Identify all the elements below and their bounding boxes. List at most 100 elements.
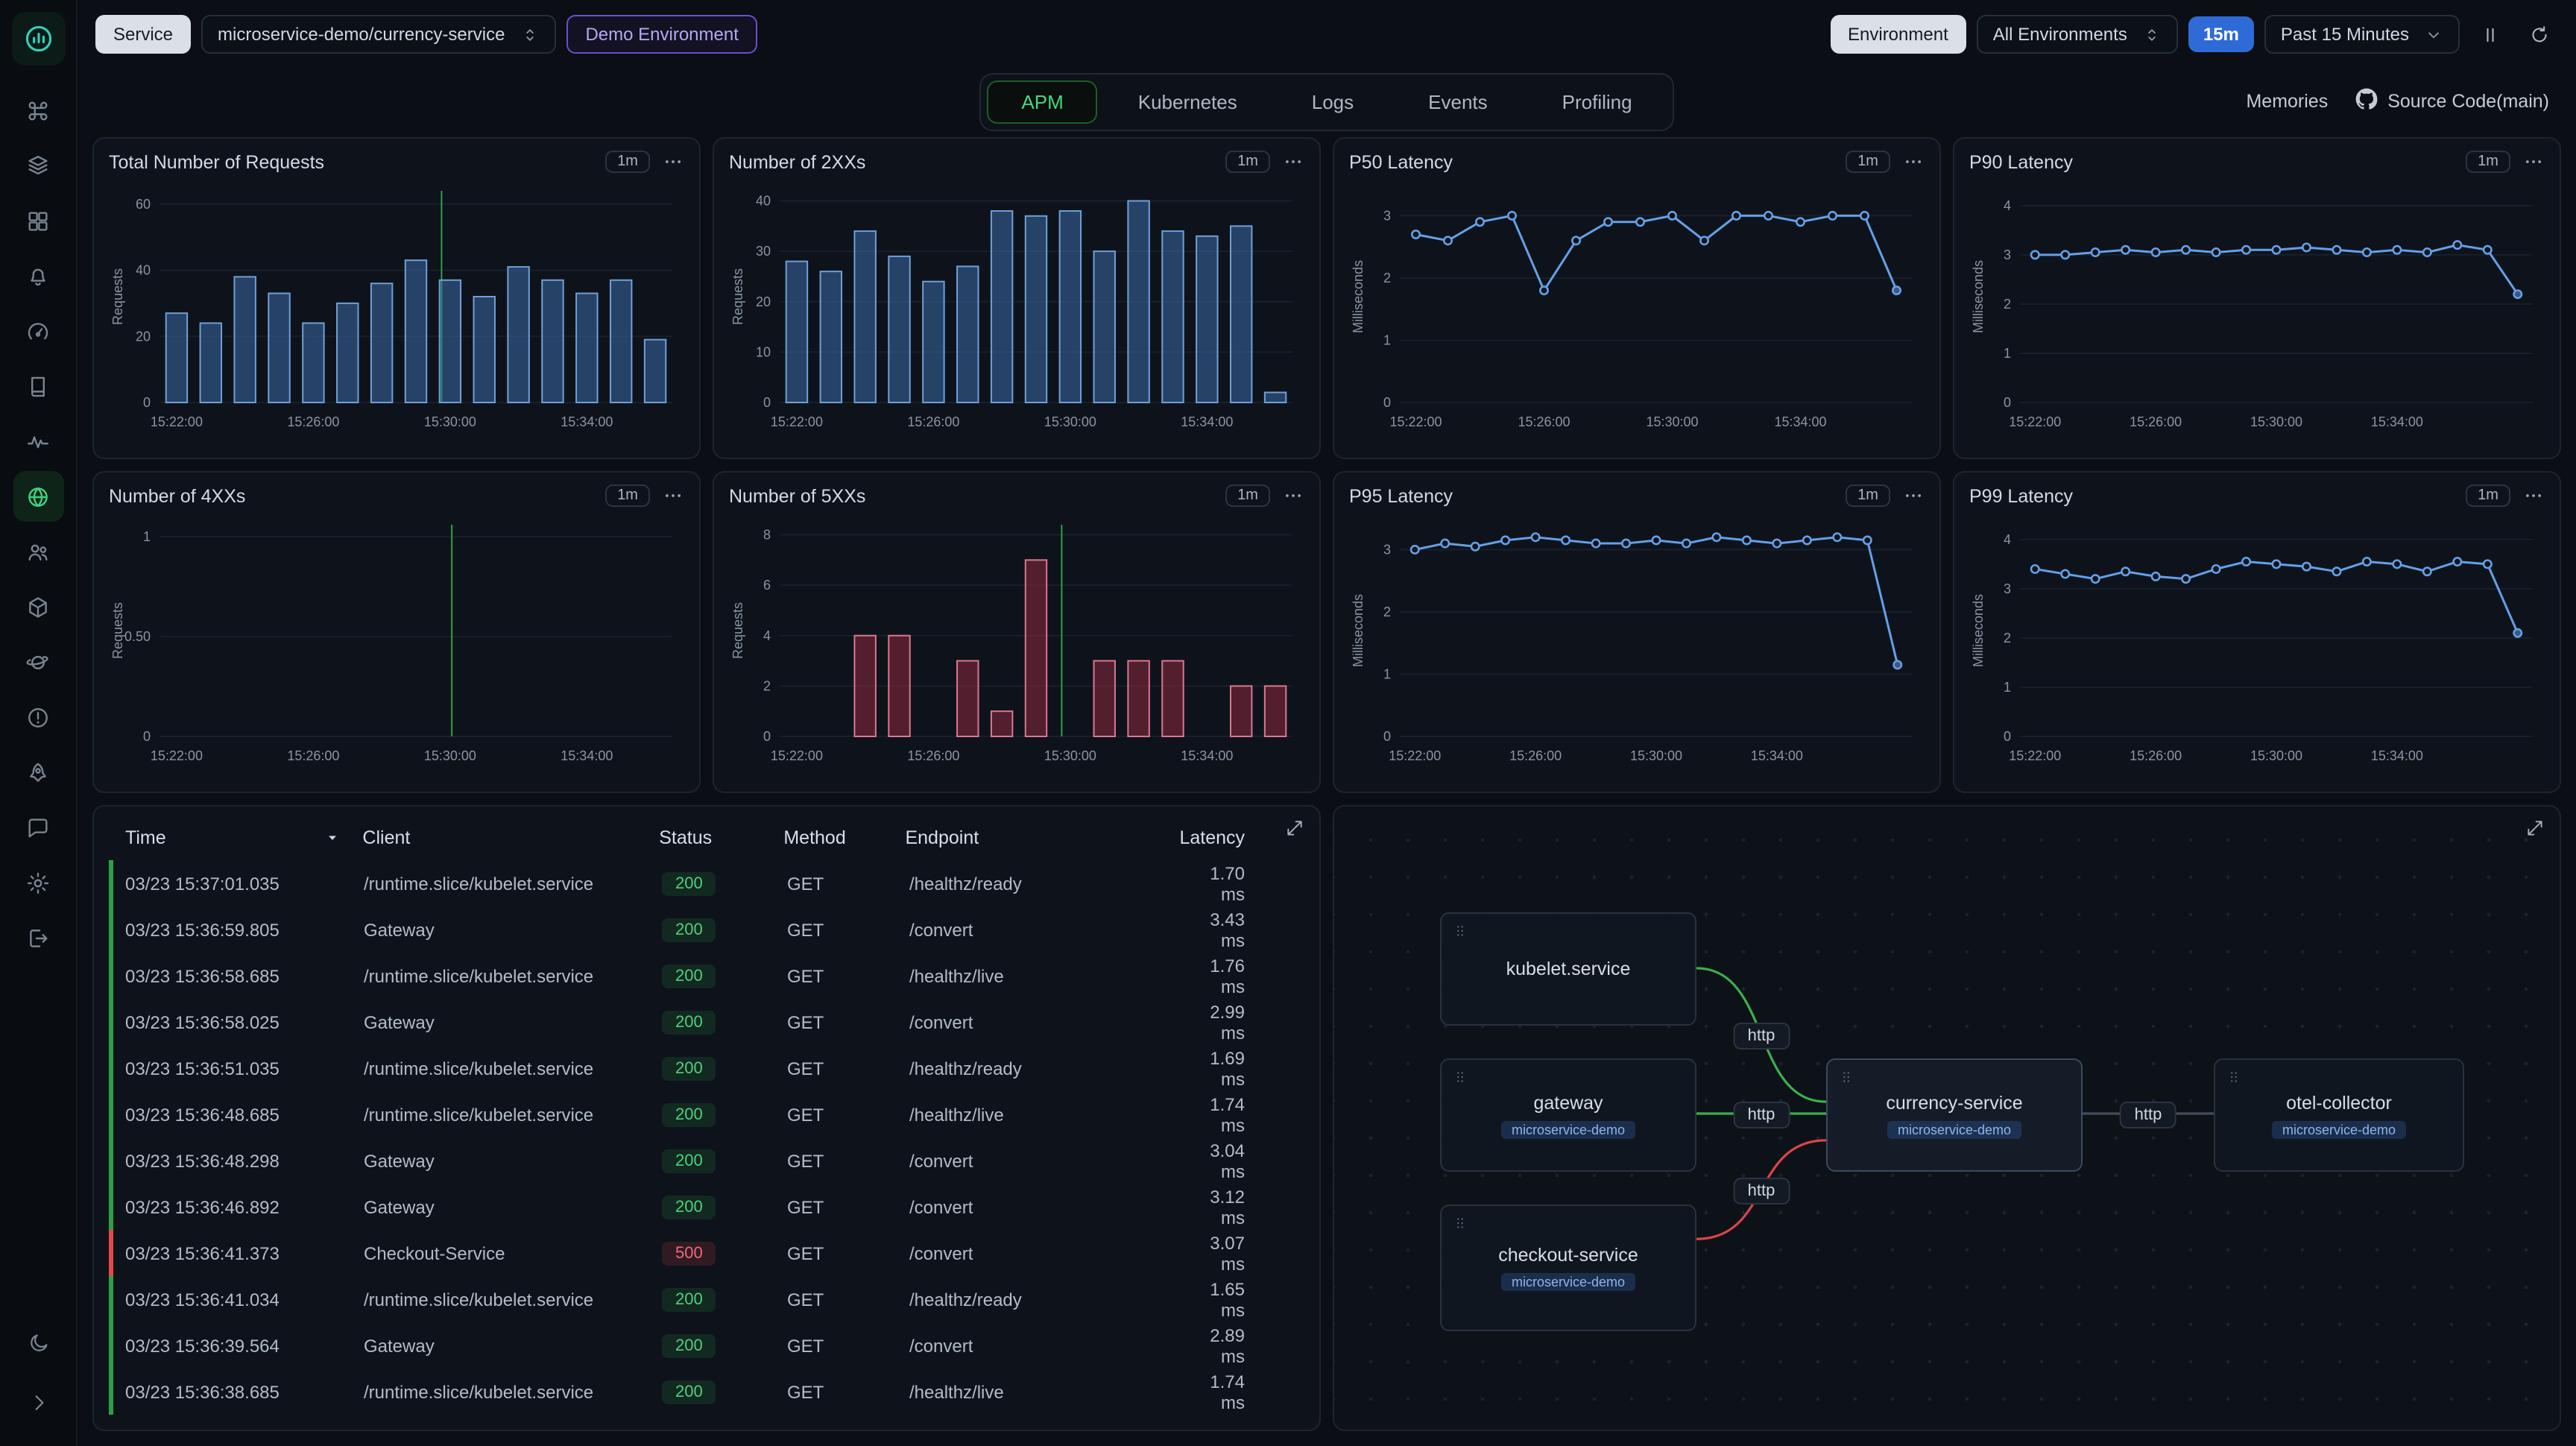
sidebar-item-gauge-icon[interactable] — [13, 306, 63, 356]
sidebar-item-incident-icon[interactable] — [13, 692, 63, 742]
drag-handle-icon[interactable] — [1452, 1069, 1468, 1085]
chart-menu-icon[interactable] — [1282, 484, 1304, 507]
tab-logs[interactable]: Logs — [1278, 80, 1388, 123]
service-node-gateway[interactable]: gateway microservice-demo — [1440, 1058, 1696, 1172]
table-row[interactable]: 03/23 15:36:48.298 Gateway 200 GET/convert 3… — [109, 1137, 1319, 1184]
refresh-button[interactable] — [2519, 15, 2558, 54]
sidebar-item-module-icon[interactable] — [13, 581, 63, 632]
table-row[interactable]: 03/23 15:36:41.373 Checkout-Service 500 GET… — [109, 1230, 1319, 1276]
rollup-interval-badge[interactable]: 1m — [605, 484, 650, 507]
column-client[interactable]: Client — [362, 827, 659, 848]
tab-profiling[interactable]: Profiling — [1528, 80, 1667, 123]
rollup-interval-badge[interactable]: 1m — [1846, 151, 1890, 173]
sidebar-item-globe-icon[interactable] — [13, 471, 63, 522]
table-row[interactable]: 03/23 15:36:39.564 Gateway 200 GET/convert 2… — [109, 1322, 1319, 1368]
table-row[interactable]: 03/23 15:36:48.685/runtime.slice/kubelet… — [109, 1091, 1319, 1137]
table-row[interactable]: 03/23 15:36:41.034/runtime.slice/kubelet… — [109, 1276, 1319, 1322]
expand-table-button[interactable] — [1285, 818, 1304, 838]
table-row[interactable]: 03/23 15:36:58.685/runtime.slice/kubelet… — [109, 953, 1319, 999]
sidebar-item-activity-icon[interactable] — [13, 416, 63, 467]
cell-endpoint: /healthz/live — [909, 1104, 1004, 1125]
cell-status: 200 — [662, 1195, 787, 1219]
service-scope-button[interactable]: Service — [95, 15, 192, 54]
rollup-interval-badge[interactable]: 1m — [605, 151, 650, 173]
svg-text:15:30:00: 15:30:00 — [1646, 414, 1698, 429]
chart-panel-p50-latency: P50 Latency 1m 0 1 2 3 Milliseconds 15:22:00 15:… — [1333, 137, 1941, 459]
chart-menu-icon[interactable] — [2522, 484, 2545, 507]
sidebar-item-layers-icon[interactable] — [13, 140, 63, 191]
sidebar-chevright-icon[interactable] — [13, 1377, 63, 1428]
tab-apm[interactable]: APM — [987, 80, 1098, 123]
service-node-checkout[interactable]: checkout-service microservice-demo — [1440, 1205, 1696, 1331]
app-logo[interactable] — [11, 12, 65, 66]
table-row[interactable]: 03/23 15:36:46.892 Gateway 200 GET/convert 3… — [109, 1184, 1319, 1230]
rollup-interval-badge[interactable]: 1m — [2466, 151, 2510, 173]
chart-menu-icon[interactable] — [2522, 151, 2545, 173]
edge-label-http: http — [1732, 1178, 1790, 1205]
rollup-interval-badge[interactable]: 1m — [1225, 484, 1270, 507]
drag-handle-icon[interactable] — [2226, 1069, 2242, 1085]
sort-desc-icon[interactable] — [323, 829, 341, 847]
environment-selector[interactable]: All Environments — [1976, 15, 2178, 54]
sidebar-item-rocket-icon[interactable] — [13, 747, 63, 798]
tab-events[interactable]: Events — [1394, 80, 1522, 123]
service-node-kubelet[interactable]: kubelet.service — [1440, 912, 1696, 1026]
chart-menu-icon[interactable] — [1282, 151, 1304, 173]
cell-time: 03/23 15:36:58.685 — [125, 965, 280, 986]
chart-menu-icon[interactable] — [1902, 484, 1925, 507]
rollup-interval-badge[interactable]: 1m — [1225, 151, 1270, 173]
environment-scope-button[interactable]: Environment — [1830, 15, 1966, 54]
sidebar-item-book-icon[interactable] — [13, 361, 63, 411]
chart-title: P90 Latency — [1969, 151, 2073, 172]
sidebar-item-logout-icon[interactable] — [13, 912, 63, 963]
demo-environment-badge[interactable]: Demo Environment — [566, 15, 758, 54]
service-selector[interactable]: microservice-demo/currency-service — [201, 15, 556, 54]
svg-text:10: 10 — [756, 344, 771, 359]
table-row[interactable]: 03/23 15:36:59.805 Gateway 200 GET/convert 3… — [109, 906, 1319, 953]
time-range-chip[interactable]: 15m — [2188, 16, 2254, 52]
chart-menu-icon[interactable] — [662, 151, 684, 173]
sidebar-item-users-icon[interactable] — [13, 526, 63, 577]
sidebar-item-gear-icon[interactable] — [13, 857, 63, 908]
sidebar — [0, 0, 78, 1446]
table-header: Time Client Status Method Endpoint Laten… — [94, 815, 1319, 860]
sidebar-item-chat-icon[interactable] — [13, 802, 63, 853]
memories-link[interactable]: Memories — [2246, 91, 2328, 112]
table-row[interactable]: 03/23 15:37:01.035/runtime.slice/kubelet… — [109, 860, 1319, 906]
column-status[interactable]: Status — [659, 827, 783, 848]
chevron-down-icon — [2424, 25, 2443, 44]
drag-handle-icon[interactable] — [1452, 923, 1468, 939]
cell-client: /runtime.slice/kubelet.service — [364, 1058, 594, 1079]
drag-handle-icon[interactable] — [1838, 1069, 1854, 1085]
table-row[interactable]: 03/23 15:36:51.035/runtime.slice/kubelet… — [109, 1045, 1319, 1091]
svg-text:0: 0 — [1383, 729, 1391, 744]
expand-map-button[interactable] — [2525, 818, 2545, 838]
svg-text:0: 0 — [2004, 395, 2011, 410]
service-node-currency[interactable]: currency-service microservice-demo — [1826, 1058, 2083, 1172]
pause-button[interactable] — [2470, 15, 2509, 54]
tab-kubernetes[interactable]: Kubernetes — [1104, 80, 1272, 123]
column-method[interactable]: Method — [783, 827, 905, 848]
cell-status: 200 — [662, 918, 787, 941]
chart-menu-icon[interactable] — [1902, 151, 1925, 173]
source-code-link[interactable]: Source Code(main) — [2355, 88, 2549, 115]
service-node-otel[interactable]: otel-collector microservice-demo — [2214, 1058, 2464, 1172]
svg-text:1: 1 — [1383, 332, 1391, 347]
cell-method: GET — [787, 1150, 824, 1171]
svg-text:2: 2 — [1383, 604, 1391, 619]
svg-text:2: 2 — [763, 678, 771, 693]
table-row[interactable]: 03/23 15:36:58.025 Gateway 200 GET/convert 2… — [109, 999, 1319, 1045]
rollup-interval-badge[interactable]: 1m — [2466, 484, 2510, 507]
column-time[interactable]: Time — [125, 827, 166, 848]
sidebar-item-planet-icon[interactable] — [13, 637, 63, 687]
sidebar-item-bell-icon[interactable] — [13, 250, 63, 301]
time-range-selector[interactable]: Past 15 Minutes — [2264, 15, 2460, 54]
table-row[interactable]: 03/23 15:36:38.685/runtime.slice/kubelet… — [109, 1368, 1319, 1415]
sidebar-item-apps-icon[interactable] — [13, 195, 63, 246]
chart-menu-icon[interactable] — [662, 484, 684, 507]
drag-handle-icon[interactable] — [1452, 1215, 1468, 1231]
sidebar-moon-icon[interactable] — [13, 1318, 63, 1368]
sidebar-item-command-icon[interactable] — [13, 85, 63, 136]
column-endpoint[interactable]: Endpoint — [905, 827, 1179, 848]
rollup-interval-badge[interactable]: 1m — [1846, 484, 1890, 507]
